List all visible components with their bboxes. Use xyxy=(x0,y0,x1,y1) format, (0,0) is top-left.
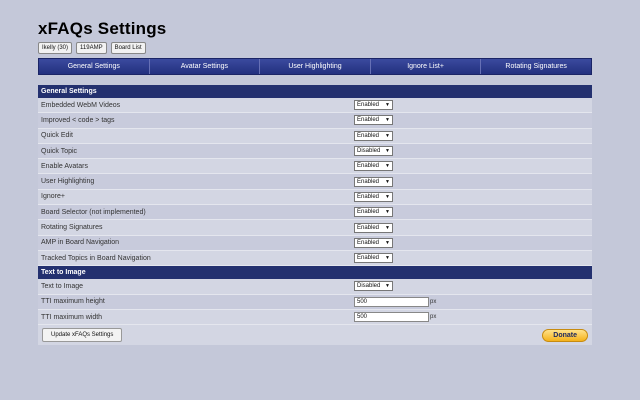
setting-row-webm: Embedded WebM Videos Enabled ▼ xyxy=(38,98,592,114)
webm-select[interactable]: Enabled ▼ xyxy=(354,100,393,111)
dropdown-arrow-icon: ▼ xyxy=(385,283,390,290)
setting-row-user-highlighting: User Highlighting Enabled ▼ xyxy=(38,174,592,190)
avatars-select[interactable]: Enabled ▼ xyxy=(354,161,393,172)
page-title: xFAQs Settings xyxy=(38,19,167,38)
setting-label: Quick Edit xyxy=(41,132,73,140)
setting-label: AMP in Board Navigation xyxy=(41,239,120,247)
dropdown-arrow-icon: ▼ xyxy=(385,163,390,170)
unit-label: px xyxy=(430,314,437,320)
dropdown-arrow-icon: ▼ xyxy=(385,102,390,109)
dropdown-arrow-icon: ▼ xyxy=(385,239,390,246)
setting-label: Improved < code > tags xyxy=(41,116,115,124)
user-highlighting-select[interactable]: Enabled ▼ xyxy=(354,176,393,187)
quick-topic-select[interactable]: Disabled ▼ xyxy=(354,146,393,157)
setting-label: Rotating Signatures xyxy=(41,224,103,232)
setting-label: Tracked Topics in Board Navigation xyxy=(41,254,151,262)
setting-row-text-to-image: Text to Image Disabled ▼ xyxy=(38,279,592,295)
setting-row-avatars: Enable Avatars Enabled ▼ xyxy=(38,159,592,175)
select-value: Enabled xyxy=(357,255,380,262)
setting-row-quick-topic: Quick Topic Disabled ▼ xyxy=(38,143,592,160)
tab-rotating-signatures[interactable]: Rotating Signatures xyxy=(481,59,591,74)
dropdown-arrow-icon: ▼ xyxy=(385,148,390,155)
setting-label: Text to Image xyxy=(41,282,84,290)
setting-label: Enable Avatars xyxy=(41,162,88,170)
setting-label: Ignore+ xyxy=(41,193,65,201)
quick-link-ikelly[interactable]: Ikelly (30) xyxy=(38,42,73,54)
select-value: Enabled xyxy=(357,178,380,185)
setting-label: Quick Topic xyxy=(41,147,78,155)
select-value: Enabled xyxy=(357,239,380,246)
tab-avatar-settings[interactable]: Avatar Settings xyxy=(150,59,261,74)
select-value: Enabled xyxy=(357,163,380,170)
quick-link-board-list[interactable]: Board List xyxy=(110,42,146,54)
setting-row-rotating-signatures: Rotating Signatures Enabled ▼ xyxy=(38,220,592,236)
setting-row-amp-navigation: AMP in Board Navigation Enabled ▼ xyxy=(38,235,592,251)
setting-row-board-selector: Board Selector (not implemented) Enabled… xyxy=(38,205,592,221)
select-value: Enabled xyxy=(357,102,380,109)
tab-general-settings[interactable]: General Settings xyxy=(39,59,150,74)
donate-button[interactable]: Donate xyxy=(542,328,588,342)
text-to-image-select[interactable]: Disabled ▼ xyxy=(354,281,393,292)
code-tags-select[interactable]: Enabled ▼ xyxy=(354,115,393,126)
tab-ignore-list[interactable]: Ignore List+ xyxy=(371,59,482,74)
setting-label: TTI maximum width xyxy=(41,313,103,321)
setting-label: TTI maximum height xyxy=(41,298,105,306)
setting-row-tti-max-width: TTI maximum width 500 px xyxy=(38,309,592,326)
select-value: Enabled xyxy=(357,209,380,216)
settings-tab-bar: General Settings Avatar Settings User Hi… xyxy=(38,58,592,75)
board-selector-select[interactable]: Enabled ▼ xyxy=(354,207,393,218)
update-settings-button[interactable]: Update xFAQs Settings xyxy=(42,328,123,343)
tracked-topics-select[interactable]: Enabled ▼ xyxy=(354,253,393,264)
setting-row-tti-max-height: TTI maximum height 500 px xyxy=(38,294,592,310)
dropdown-arrow-icon: ▼ xyxy=(385,255,390,262)
select-value: Enabled xyxy=(357,132,380,139)
dropdown-arrow-icon: ▼ xyxy=(385,224,390,231)
dropdown-arrow-icon: ▼ xyxy=(385,132,390,139)
setting-row-quick-edit: Quick Edit Enabled ▼ xyxy=(38,128,592,144)
amp-navigation-select[interactable]: Enabled ▼ xyxy=(354,237,393,248)
select-value: Disabled xyxy=(357,283,381,290)
select-value: Enabled xyxy=(357,117,380,124)
setting-row-ignore-plus: Ignore+ Enabled ▼ xyxy=(38,189,592,206)
ignore-plus-select[interactable]: Enabled ▼ xyxy=(354,191,393,202)
settings-panel: General Settings Embedded WebM Videos En… xyxy=(38,85,592,346)
quick-link-119amp[interactable]: 119AMP xyxy=(76,42,107,54)
setting-row-code-tags: Improved < code > tags Enabled ▼ xyxy=(38,113,592,129)
tti-max-width-input[interactable]: 500 xyxy=(354,312,429,322)
tab-user-highlighting[interactable]: User Highlighting xyxy=(260,59,371,74)
dropdown-arrow-icon: ▼ xyxy=(385,193,390,200)
general-settings-header: General Settings xyxy=(38,85,592,98)
tti-max-height-input[interactable]: 500 xyxy=(354,296,429,307)
select-value: Enabled xyxy=(357,193,380,200)
quick-edit-select[interactable]: Enabled ▼ xyxy=(354,130,393,141)
dropdown-arrow-icon: ▼ xyxy=(385,209,390,216)
unit-label: px xyxy=(430,298,437,305)
select-value: Enabled xyxy=(357,224,380,231)
settings-footer: Update xFAQs Settings Donate xyxy=(38,325,592,346)
dropdown-arrow-icon: ▼ xyxy=(385,178,390,185)
select-value: Disabled xyxy=(357,148,381,155)
dropdown-arrow-icon: ▼ xyxy=(385,117,390,124)
text-to-image-header: Text to Image xyxy=(38,266,592,280)
rotating-signatures-select[interactable]: Enabled ▼ xyxy=(354,222,393,233)
setting-label: User Highlighting xyxy=(41,178,95,186)
setting-row-tracked-topics: Tracked Topics in Board Navigation Enabl… xyxy=(38,250,592,267)
setting-label: Board Selector (not implemented) xyxy=(41,208,146,216)
setting-label: Embedded WebM Videos xyxy=(41,101,121,109)
quick-links: Ikelly (30) 119AMP Board List xyxy=(38,42,146,54)
